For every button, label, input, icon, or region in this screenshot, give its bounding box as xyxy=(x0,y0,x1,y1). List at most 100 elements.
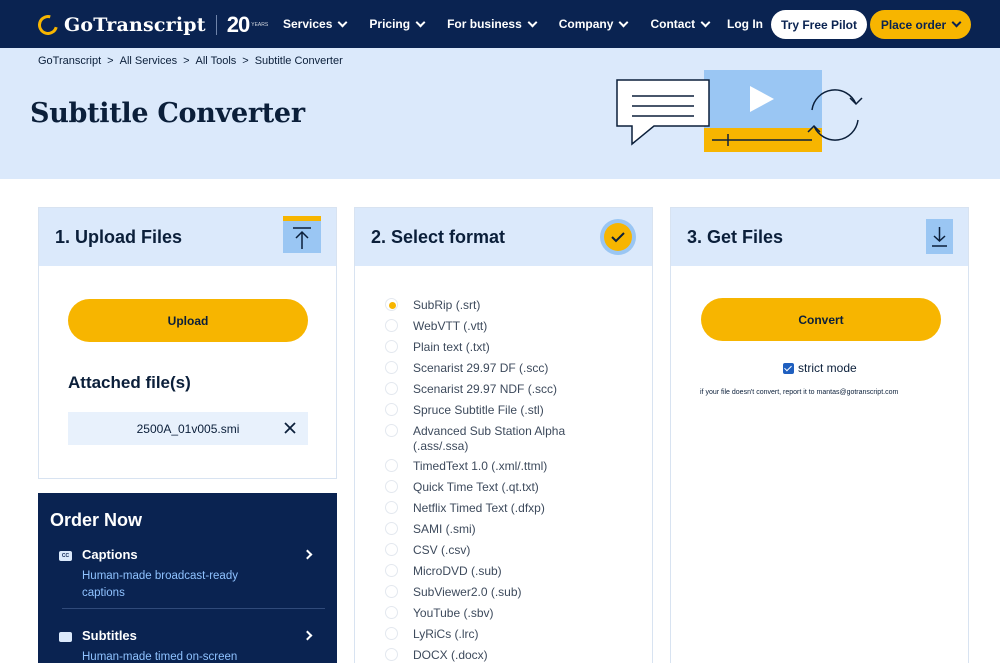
checkmark-icon xyxy=(600,219,636,255)
select-format-header: 2. Select format xyxy=(355,208,652,266)
format-option[interactable]: DOCX (.docx) xyxy=(385,648,585,663)
breadcrumb-separator: > xyxy=(242,55,249,67)
nav-pricing[interactable]: Pricing xyxy=(369,17,426,31)
breadcrumb-home[interactable]: GoTranscript xyxy=(38,55,101,67)
format-option[interactable]: Scenarist 29.97 NDF (.scc) xyxy=(385,382,585,397)
format-radio[interactable] xyxy=(385,424,398,437)
format-label: Netflix Timed Text (.dfxp) xyxy=(413,501,545,515)
chevron-down-icon xyxy=(337,17,348,27)
login-link[interactable]: Log In xyxy=(727,17,763,31)
format-option[interactable]: SubViewer2.0 (.sub) xyxy=(385,585,585,600)
format-option[interactable]: Spruce Subtitle File (.stl) xyxy=(385,403,585,418)
page-title: Subtitle Converter xyxy=(30,98,305,129)
format-radio[interactable] xyxy=(385,382,398,395)
format-radio[interactable] xyxy=(385,648,398,661)
format-radio[interactable] xyxy=(385,459,398,472)
format-label: SubRip (.srt) xyxy=(413,298,481,312)
breadcrumb-all-tools[interactable]: All Tools xyxy=(196,55,237,67)
format-option[interactable]: Advanced Sub Station Alpha (.ass/.ssa) xyxy=(385,424,585,454)
order-item-description: Human-made broadcast-ready captions xyxy=(82,570,238,599)
format-label: YouTube (.sbv) xyxy=(413,606,494,620)
format-option[interactable]: Plain text (.txt) xyxy=(385,340,585,355)
nav-services[interactable]: Services xyxy=(283,17,348,31)
format-option[interactable]: WebVTT (.vtt) xyxy=(385,319,585,334)
nav-contact[interactable]: Contact xyxy=(650,17,711,31)
attached-file-name: 2500A_01v005.smi xyxy=(136,421,240,436)
anniversary-years: YEARS xyxy=(251,22,269,28)
format-label: Scenarist 29.97 DF (.scc) xyxy=(413,361,549,375)
format-option[interactable]: LyRiCs (.lrc) xyxy=(385,627,585,642)
format-option[interactable]: SAMI (.smi) xyxy=(385,522,585,537)
format-option[interactable]: Netflix Timed Text (.dfxp) xyxy=(385,501,585,516)
nav-company[interactable]: Company xyxy=(559,17,629,31)
order-item-subtitles[interactable]: Subtitles Human-made timed on-screen xyxy=(50,628,325,663)
nav-contact-label: Contact xyxy=(650,17,696,31)
format-radio[interactable] xyxy=(385,627,398,640)
chevron-down-icon xyxy=(700,17,711,27)
format-label: MicroDVD (.sub) xyxy=(413,564,502,578)
format-option[interactable]: Scenarist 29.97 DF (.scc) xyxy=(385,361,585,376)
format-radio[interactable] xyxy=(385,319,398,332)
select-format-title: 2. Select format xyxy=(371,226,506,247)
upload-button[interactable]: Upload xyxy=(68,299,308,342)
place-order-label: Place order xyxy=(880,17,947,32)
format-option[interactable]: YouTube (.sbv) xyxy=(385,606,585,621)
format-radio[interactable] xyxy=(385,564,398,577)
format-radio[interactable] xyxy=(385,585,398,598)
format-label: Advanced Sub Station Alpha (.ass/.ssa) xyxy=(413,424,566,453)
format-label: Plain text (.txt) xyxy=(413,340,490,354)
format-option[interactable]: Quick Time Text (.qt.txt) xyxy=(385,480,585,495)
select-format-card: 2. Select format SubRip (.srt) WebVTT (.v… xyxy=(354,207,653,663)
breadcrumb-separator: > xyxy=(107,55,114,67)
subtitles-icon xyxy=(59,632,72,642)
format-label: TimedText 1.0 (.xml/.ttml) xyxy=(413,459,548,473)
anniversary-badge: 20 xyxy=(226,12,251,37)
close-icon[interactable] xyxy=(282,420,298,436)
format-radio[interactable] xyxy=(385,298,398,311)
nav-for-business-label: For business xyxy=(447,17,522,31)
format-label: Spruce Subtitle File (.stl) xyxy=(413,403,544,417)
order-now-panel: Order Now CC Captions Human-made broadca… xyxy=(38,493,337,663)
nav-for-business[interactable]: For business xyxy=(447,17,538,31)
format-label: Quick Time Text (.qt.txt) xyxy=(413,480,539,494)
order-item-captions[interactable]: CC Captions Human-made broadcast-ready c… xyxy=(50,547,325,603)
format-radio[interactable] xyxy=(385,480,398,493)
format-label: LyRiCs (.lrc) xyxy=(413,627,479,641)
nav-services-label: Services xyxy=(283,17,333,31)
get-files-header: 3. Get Files xyxy=(671,208,968,266)
logo-mark-icon xyxy=(34,11,62,39)
strict-mode-option[interactable]: strict mode xyxy=(783,361,857,375)
format-radio[interactable] xyxy=(385,501,398,514)
breadcrumb: GoTranscript > All Services > All Tools … xyxy=(38,55,343,67)
format-radio[interactable] xyxy=(385,606,398,619)
format-radio[interactable] xyxy=(385,403,398,416)
place-order-button[interactable]: Place order xyxy=(870,10,971,39)
breadcrumb-all-services[interactable]: All Services xyxy=(120,55,177,67)
format-radio[interactable] xyxy=(385,340,398,353)
format-option[interactable]: SubRip (.srt) xyxy=(385,298,585,313)
upload-folder-icon xyxy=(283,216,321,253)
format-label: SAMI (.smi) xyxy=(413,522,476,536)
format-option[interactable]: TimedText 1.0 (.xml/.ttml) xyxy=(385,459,585,474)
convert-button[interactable]: Convert xyxy=(701,298,941,341)
breadcrumb-separator: > xyxy=(183,55,190,67)
logo[interactable]: GoTranscript 20 YEARS xyxy=(34,11,269,39)
format-label: CSV (.csv) xyxy=(413,543,471,557)
format-radio[interactable] xyxy=(385,522,398,535)
try-free-pilot-button[interactable]: Try Free Pilot xyxy=(771,10,867,39)
logo-divider xyxy=(215,15,217,35)
format-radio[interactable] xyxy=(385,361,398,374)
download-icon xyxy=(926,219,953,254)
report-note: if your file doesn't convert, report it … xyxy=(700,389,899,396)
strict-mode-checkbox[interactable] xyxy=(783,362,794,374)
format-radio[interactable] xyxy=(385,543,398,556)
nav-pricing-label: Pricing xyxy=(369,17,411,31)
format-label: SubViewer2.0 (.sub) xyxy=(413,585,522,599)
breadcrumb-current: Subtitle Converter xyxy=(254,55,343,67)
chevron-down-icon xyxy=(619,17,629,27)
attached-file-item: 2500A_01v005.smi xyxy=(68,412,308,445)
format-option[interactable]: MicroDVD (.sub) xyxy=(385,564,585,579)
format-option[interactable]: CSV (.csv) xyxy=(385,543,585,558)
strict-mode-label: strict mode xyxy=(798,361,857,375)
hero-banner: GoTranscript > All Services > All Tools … xyxy=(0,48,1000,179)
